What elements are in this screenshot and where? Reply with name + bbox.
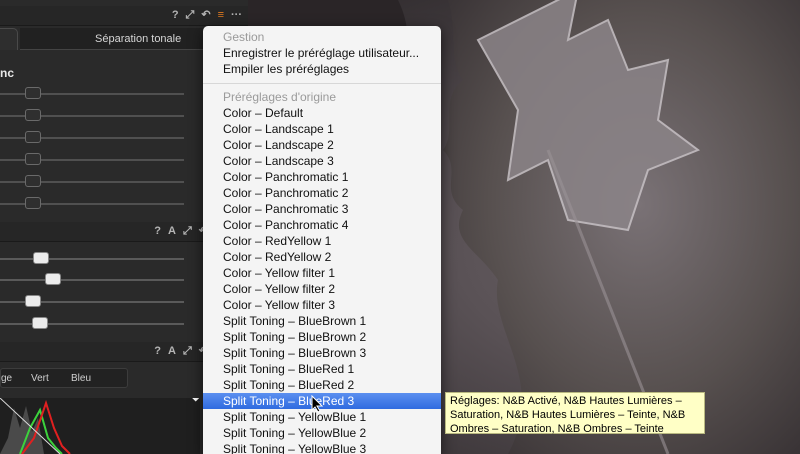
- menu-item-preset[interactable]: Split Toning – YellowBlue 3: [203, 441, 441, 454]
- tone-slider-3[interactable]: [0, 295, 184, 307]
- channel-tab-red[interactable]: ge: [1, 373, 12, 384]
- slider-knob[interactable]: [33, 252, 49, 264]
- slider-1[interactable]: [0, 87, 184, 99]
- menu-item-preset[interactable]: Split Toning – YellowBlue 2: [203, 425, 441, 441]
- menu-section-original-presets: Préréglages d'origine: [223, 90, 337, 104]
- expand-icon[interactable]: ⤢: [183, 345, 192, 358]
- tab-split-toning-label: Séparation tonale: [95, 33, 182, 45]
- tooltip-line-2: Saturation, N&B Hautes Lumières – Teinte…: [450, 409, 686, 421]
- menu-item-preset[interactable]: Split Toning – BlueRed 1: [203, 361, 441, 377]
- preset-tooltip: Réglages: N&B Activé, N&B Hautes Lumière…: [445, 392, 705, 435]
- menu-item-preset[interactable]: Color – Landscape 2: [203, 137, 441, 153]
- menu-item-preset[interactable]: Color – Yellow filter 2: [203, 281, 441, 297]
- menu-item-preset[interactable]: Split Toning – BlueBrown 1: [203, 313, 441, 329]
- auto-icon[interactable]: A: [168, 345, 176, 358]
- tooltip-line-1: Réglages: N&B Activé, N&B Hautes Lumière…: [450, 395, 682, 407]
- more-icon[interactable]: ···: [231, 9, 242, 22]
- menu-item-preset[interactable]: Color – Default: [203, 105, 441, 121]
- menu-item-preset[interactable]: Color – RedYellow 1: [203, 233, 441, 249]
- panel-header-bar: ? ⤢ ↶ ≡ ···: [0, 6, 248, 26]
- menu-item-preset[interactable]: Color – Yellow filter 1: [203, 265, 441, 281]
- tone-slider-4[interactable]: [0, 317, 184, 329]
- slider-knob[interactable]: [25, 131, 41, 143]
- slider-knob[interactable]: [25, 109, 41, 121]
- slider-3[interactable]: [0, 131, 184, 143]
- menu-item-preset[interactable]: Color – Panchromatic 4: [203, 217, 441, 233]
- mouse-pointer-icon: [311, 395, 324, 413]
- menu-section-gestion: Gestion: [223, 30, 265, 44]
- tone-slider-2[interactable]: [0, 273, 184, 285]
- histogram-graph: [0, 393, 200, 454]
- expand-icon[interactable]: ⤢: [183, 225, 192, 238]
- slider-knob[interactable]: [25, 153, 41, 165]
- menu-item-preset[interactable]: Split Toning – BlueBrown 3: [203, 345, 441, 361]
- slider-knob[interactable]: [25, 87, 41, 99]
- tooltip-line-3: Ombres – Saturation, N&B Ombres – Teinte: [450, 423, 664, 435]
- channel-tab-green[interactable]: Vert: [31, 373, 49, 384]
- presets-dropdown-menu: Gestion Enregistrer le préréglage utilis…: [203, 26, 441, 454]
- histogram: [0, 393, 200, 454]
- menu-item-preset[interactable]: Color – RedYellow 2: [203, 249, 441, 265]
- slider-knob[interactable]: [25, 175, 41, 187]
- slider-knob[interactable]: [25, 197, 41, 209]
- menu-item-preset[interactable]: Split Toning – BlueBrown 2: [203, 329, 441, 345]
- menu-item-save-user-preset[interactable]: Enregistrer le préréglage utilisateur...: [203, 45, 441, 61]
- slider-2[interactable]: [0, 109, 184, 121]
- menu-item-preset[interactable]: Color – Yellow filter 3: [203, 297, 441, 313]
- presets-menu-icon[interactable]: ≡: [218, 9, 224, 22]
- menu-item-preset[interactable]: Color – Panchromatic 2: [203, 185, 441, 201]
- menu-item-preset[interactable]: Color – Panchromatic 3: [203, 201, 441, 217]
- menu-item-preset[interactable]: Color – Landscape 3: [203, 153, 441, 169]
- help-icon[interactable]: ?: [172, 9, 179, 22]
- section-title: nc: [0, 66, 15, 80]
- channel-tab-blue[interactable]: Bleu: [71, 373, 91, 384]
- menu-item-preset[interactable]: Color – Landscape 1: [203, 121, 441, 137]
- slider-4[interactable]: [0, 153, 184, 165]
- slider-5[interactable]: [0, 175, 184, 187]
- slider-knob[interactable]: [45, 273, 61, 285]
- help-icon[interactable]: ?: [154, 225, 161, 238]
- tone-slider-1[interactable]: [0, 252, 184, 264]
- expand-icon[interactable]: ⤢: [186, 9, 195, 22]
- menu-item-preset[interactable]: Color – Panchromatic 1: [203, 169, 441, 185]
- reset-icon[interactable]: ↶: [201, 9, 210, 22]
- help-icon[interactable]: ?: [154, 345, 161, 358]
- menu-item-preset[interactable]: Split Toning – BlueRed 2: [203, 377, 441, 393]
- histogram-channel-tabs: ge Vert Bleu: [0, 368, 128, 388]
- slider-6[interactable]: [0, 197, 184, 209]
- auto-icon[interactable]: A: [168, 225, 176, 238]
- tab-bw[interactable]: [0, 28, 18, 50]
- menu-separator: [203, 83, 441, 84]
- slider-knob[interactable]: [25, 295, 41, 307]
- slider-knob[interactable]: [32, 317, 48, 329]
- menu-item-stack-presets[interactable]: Empiler les préréglages: [203, 61, 441, 77]
